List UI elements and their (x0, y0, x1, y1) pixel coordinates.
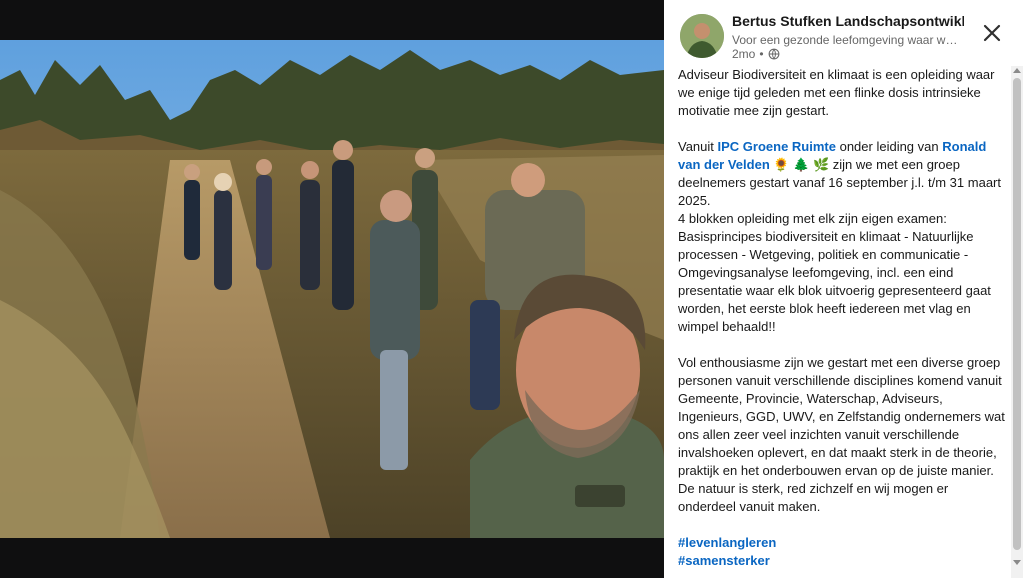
p2-text-b: onder leiding van (835, 139, 943, 154)
p2-text-d: 4 blokken opleiding met elk zijn eigen e… (678, 211, 991, 334)
close-button[interactable] (976, 17, 1008, 49)
post-meta: 2mo • (732, 47, 780, 61)
hashtag-samensterker[interactable]: #samensterker (678, 552, 1006, 570)
p2-text-a: Vanuit (678, 139, 718, 154)
post-detail-panel: Bertus Stufken Landschapsontwikkeling Vo… (664, 0, 1024, 578)
scrollbar-thumb[interactable] (1013, 78, 1021, 550)
mention-ipc-groene-ruimte[interactable]: IPC Groene Ruimte (718, 139, 836, 154)
post-paragraph-1: Adviseur Biodiversiteit en klimaat is ee… (678, 67, 995, 118)
lightbox-backdrop-top (0, 0, 664, 40)
post-paragraph-2: Vanuit IPC Groene Ruimte onder leiding v… (678, 138, 1006, 336)
post-time: 2mo (732, 47, 756, 61)
scroll-down-arrow-icon[interactable] (1013, 560, 1021, 565)
scroll-up-arrow-icon[interactable] (1013, 68, 1021, 73)
hashtag-levenlangleren[interactable]: #levenlangleren (678, 534, 1006, 552)
photo-illustration (0, 40, 664, 538)
lightbox-backdrop-bottom (0, 538, 664, 578)
avatar-image (680, 14, 724, 58)
author-avatar[interactable] (680, 14, 724, 58)
post-text: Adviseur Biodiversiteit en klimaat is ee… (678, 66, 1006, 570)
post-body[interactable]: Adviseur Biodiversiteit en klimaat is ee… (664, 66, 1011, 578)
globe-icon (768, 48, 779, 60)
post-paragraph-3: Vol enthousiasme zijn we gestart met een… (678, 355, 1005, 514)
author-headline: Voor een gezonde leefomgeving waar we wo… (732, 33, 964, 47)
author-name[interactable]: Bertus Stufken Landschapsontwikkeling (732, 13, 964, 29)
close-icon (983, 24, 1001, 42)
post-photo[interactable] (0, 40, 664, 538)
post-header: Bertus Stufken Landschapsontwikkeling Vo… (664, 0, 1024, 66)
meta-separator: • (759, 47, 764, 61)
post-scrollbar[interactable] (1011, 66, 1023, 578)
